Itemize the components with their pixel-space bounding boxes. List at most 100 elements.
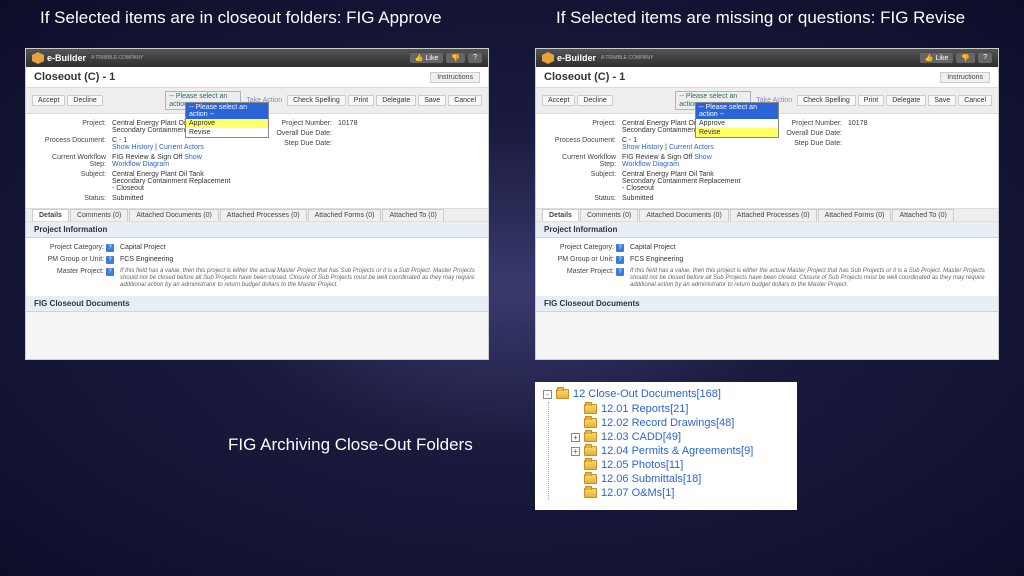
- help-icon[interactable]: ?: [616, 256, 624, 264]
- help-icon[interactable]: ?: [106, 268, 114, 276]
- show-history-link[interactable]: Show History: [112, 144, 153, 151]
- project-number-label: Project Number:: [262, 120, 332, 127]
- overall-due-label: Overall Due Date:: [772, 130, 842, 137]
- category-value: Capital Project: [120, 244, 480, 252]
- pm-group-label: PM Group or Unit:?: [544, 256, 624, 264]
- expand-icon[interactable]: +: [571, 433, 580, 442]
- tree-item[interactable]: 12.01 Reports[21]: [571, 402, 789, 416]
- collapse-icon[interactable]: -: [543, 390, 552, 399]
- logo-text: e-Builder: [47, 53, 86, 63]
- tree-item-label: 12.02 Record Drawings[48]: [601, 417, 734, 429]
- current-actors-link[interactable]: Current Actors: [159, 144, 204, 151]
- thumbs-down-button[interactable]: 👎: [956, 53, 975, 63]
- tabs: Details Comments (0) Attached Documents …: [26, 208, 488, 222]
- master-project-label: Master Project:?: [34, 268, 114, 290]
- help-icon[interactable]: ?: [616, 268, 624, 276]
- cancel-button[interactable]: Cancel: [958, 95, 992, 106]
- logo-cube-icon: [32, 52, 44, 64]
- tree-item-label: 12.03 CADD[49]: [601, 431, 681, 443]
- tree-item[interactable]: 12.02 Record Drawings[48]: [571, 416, 789, 430]
- subject-label: Subject:: [36, 171, 106, 192]
- print-button[interactable]: Print: [858, 95, 884, 106]
- like-button[interactable]: 👍 Like: [920, 53, 954, 63]
- save-button[interactable]: Save: [928, 95, 956, 106]
- accept-button[interactable]: Accept: [542, 95, 575, 106]
- subject-value: Central Energy Plant Oil Tank Secondary …: [622, 171, 742, 192]
- save-button[interactable]: Save: [418, 95, 446, 106]
- project-number-value: 10178: [338, 120, 458, 127]
- instructions-button[interactable]: Instructions: [430, 72, 480, 83]
- tab-attached-processes[interactable]: Attached Processes (0): [730, 209, 817, 221]
- help-button[interactable]: ?: [978, 53, 992, 63]
- process-doc-label: Process Document:: [546, 137, 616, 151]
- master-project-note: If this field has a value, then this pro…: [120, 268, 480, 290]
- ebuilder-panel-left: e-Builder A TRIMBLE COMPANY 👍 Like 👎 ? C…: [25, 48, 489, 360]
- logo: e-Builder A TRIMBLE COMPANY: [32, 52, 143, 64]
- tab-attached-to[interactable]: Attached To (0): [892, 209, 953, 221]
- tab-attached-processes[interactable]: Attached Processes (0): [220, 209, 307, 221]
- accept-button[interactable]: Accept: [32, 95, 65, 106]
- tab-attached-to[interactable]: Attached To (0): [382, 209, 443, 221]
- tab-attached-docs[interactable]: Attached Documents (0): [129, 209, 218, 221]
- tab-attached-forms[interactable]: Attached Forms (0): [818, 209, 892, 221]
- workflow-label: Current Workflow Step:: [36, 154, 106, 168]
- dropdown-revise[interactable]: Revise: [186, 128, 268, 137]
- help-button[interactable]: ?: [468, 53, 482, 63]
- show-workflow-link[interactable]: Show Workflow Diagram: [622, 154, 712, 168]
- subject-label: Subject:: [546, 171, 616, 192]
- toolbar: Accept Decline -- Please select an actio…: [536, 88, 998, 114]
- thumbs-down-button[interactable]: 👎: [446, 53, 465, 63]
- project-info-header: Project Information: [536, 222, 998, 238]
- cancel-button[interactable]: Cancel: [448, 95, 482, 106]
- tree-root[interactable]: - 12 Close-Out Documents[168]: [543, 388, 789, 400]
- tab-details[interactable]: Details: [542, 209, 579, 221]
- status-label: Status:: [546, 195, 616, 202]
- show-history-link[interactable]: Show History: [622, 144, 663, 151]
- print-button[interactable]: Print: [348, 95, 374, 106]
- project-number-value: 10178: [848, 120, 968, 127]
- help-icon[interactable]: ?: [616, 244, 624, 252]
- dropdown-revise[interactable]: Revise: [696, 128, 778, 137]
- dropdown-approve[interactable]: Approve: [696, 119, 778, 128]
- tree-item-label: 12.07 O&Ms[1]: [601, 487, 674, 499]
- instructions-button[interactable]: Instructions: [940, 72, 990, 83]
- folder-icon: [584, 432, 597, 442]
- tree-item[interactable]: 12.06 Submittals[18]: [571, 472, 789, 486]
- delegate-button[interactable]: Delegate: [376, 95, 416, 106]
- expand-icon[interactable]: +: [571, 447, 580, 456]
- delegate-button[interactable]: Delegate: [886, 95, 926, 106]
- heading-archiving: FIG Archiving Close-Out Folders: [228, 435, 473, 455]
- like-button[interactable]: 👍 Like: [410, 53, 444, 63]
- toolbar: Accept Decline -- Please select an actio…: [26, 88, 488, 114]
- tab-comments[interactable]: Comments (0): [70, 209, 128, 221]
- overall-due-label: Overall Due Date:: [262, 130, 332, 137]
- folder-icon: [584, 474, 597, 484]
- status-label: Status:: [36, 195, 106, 202]
- dropdown-approve[interactable]: Approve: [186, 119, 268, 128]
- show-workflow-link[interactable]: Show Workflow Diagram: [112, 154, 202, 168]
- fig-closeout-header: FIG Closeout Documents: [536, 296, 998, 312]
- help-icon[interactable]: ?: [106, 256, 114, 264]
- tab-comments[interactable]: Comments (0): [580, 209, 638, 221]
- workflow-value: FIG Review & Sign Off Show Workflow Diag…: [622, 154, 742, 168]
- folder-icon: [584, 446, 597, 456]
- decline-button[interactable]: Decline: [67, 95, 102, 106]
- decline-button[interactable]: Decline: [577, 95, 612, 106]
- tab-attached-forms[interactable]: Attached Forms (0): [308, 209, 382, 221]
- logo-tagline: A TRIMBLE COMPANY: [91, 55, 143, 61]
- tree-item[interactable]: 12.05 Photos[11]: [571, 458, 789, 472]
- pm-group-label: PM Group or Unit:?: [34, 256, 114, 264]
- workflow-value: FIG Review & Sign Off Show Workflow Diag…: [112, 154, 232, 168]
- tree-item[interactable]: 12.07 O&Ms[1]: [571, 486, 789, 500]
- check-spelling-button[interactable]: Check Spelling: [797, 95, 856, 106]
- folder-icon: [556, 389, 569, 399]
- current-actors-link[interactable]: Current Actors: [669, 144, 714, 151]
- tab-attached-docs[interactable]: Attached Documents (0): [639, 209, 728, 221]
- tree-item[interactable]: + 12.04 Permits & Agreements[9]: [571, 444, 789, 458]
- check-spelling-button[interactable]: Check Spelling: [287, 95, 346, 106]
- tab-details[interactable]: Details: [32, 209, 69, 221]
- dropdown-header: -- Please select an action --: [696, 103, 778, 119]
- status-value: Submitted: [112, 195, 232, 202]
- help-icon[interactable]: ?: [106, 244, 114, 252]
- tree-item[interactable]: + 12.03 CADD[49]: [571, 430, 789, 444]
